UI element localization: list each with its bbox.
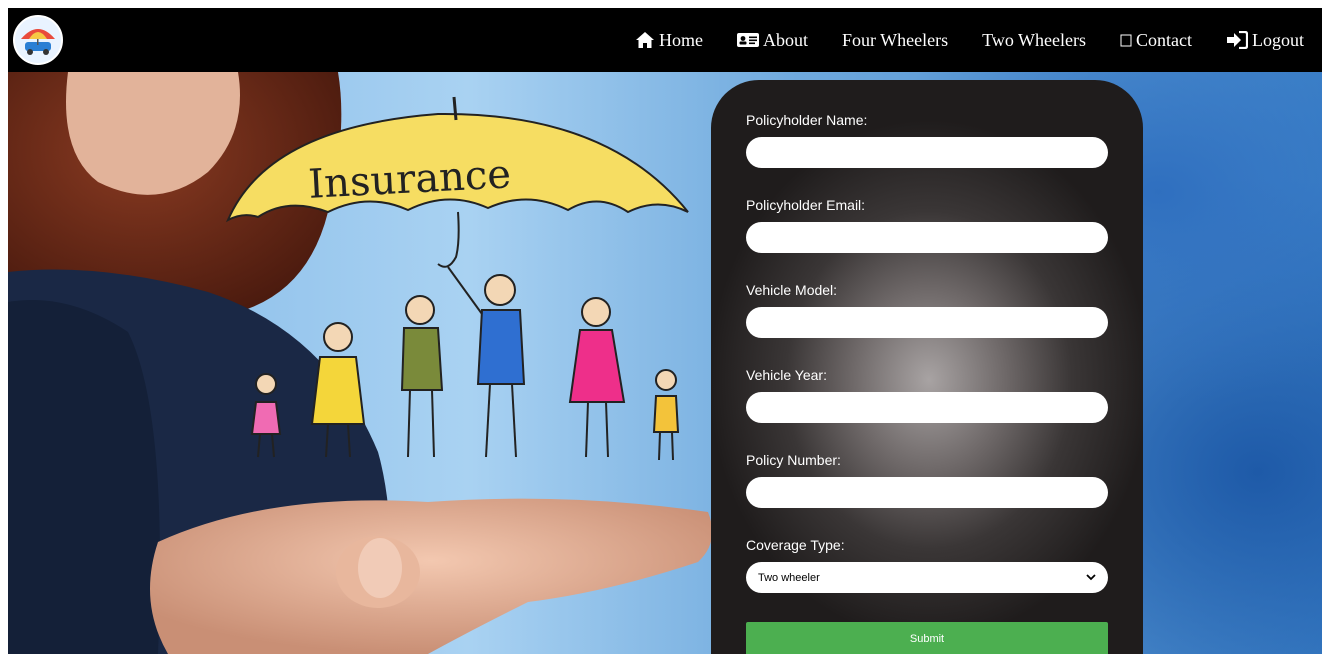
coverage-type-label: Coverage Type: [746, 537, 845, 553]
home-icon [635, 31, 655, 49]
insurance-form: Policyholder Name: Policyholder Email: V… [711, 80, 1143, 654]
vehicle-model-label: Vehicle Model: [746, 282, 838, 298]
coverage-type-select[interactable]: Two wheeler [746, 562, 1108, 593]
nav-links: Home About Four Wheelers Two Wheelers Co… [601, 8, 1304, 72]
chevron-down-icon [1086, 572, 1096, 584]
nav-about[interactable]: About [736, 29, 808, 51]
vehicle-year-input[interactable] [746, 392, 1108, 423]
id-card-icon [736, 32, 759, 48]
nav-about-label: About [762, 29, 808, 50]
nav-logout[interactable]: Logout [1226, 30, 1304, 51]
nav-four-wheelers[interactable]: Four Wheelers [842, 30, 948, 51]
policy-number-input[interactable] [746, 477, 1108, 508]
vehicle-model-input[interactable] [746, 307, 1108, 338]
policy-number-label: Policy Number: [746, 452, 841, 468]
box-icon [1120, 33, 1132, 47]
coverage-type-value: Two wheeler [758, 571, 820, 584]
nav-home-label: Home [658, 29, 703, 50]
vehicle-year-label: Vehicle Year: [746, 367, 827, 383]
submit-button[interactable]: Submit [746, 622, 1108, 654]
nav-contact[interactable]: Contact [1120, 30, 1192, 51]
logo[interactable] [13, 15, 63, 65]
logout-icon [1226, 31, 1248, 49]
nav-two-wheelers[interactable]: Two Wheelers [982, 30, 1086, 51]
policyholder-email-label: Policyholder Email: [746, 197, 866, 213]
nav-two-wheelers-label: Two Wheelers [982, 29, 1086, 50]
nav-contact-label: Contact [1136, 29, 1192, 50]
app-frame: Home About Four Wheelers Two Wheelers Co… [8, 8, 1322, 654]
policyholder-name-input[interactable] [746, 137, 1108, 168]
policyholder-name-label: Policyholder Name: [746, 112, 868, 128]
navbar: Home About Four Wheelers Two Wheelers Co… [8, 8, 1322, 72]
nav-home[interactable]: Home [635, 30, 703, 51]
policyholder-email-input[interactable] [746, 222, 1108, 253]
nav-logout-label: Logout [1252, 29, 1304, 50]
hero-banner: Insurance Policyholder Name: Policyholde… [8, 72, 1322, 654]
nav-four-wheelers-label: Four Wheelers [841, 29, 949, 50]
